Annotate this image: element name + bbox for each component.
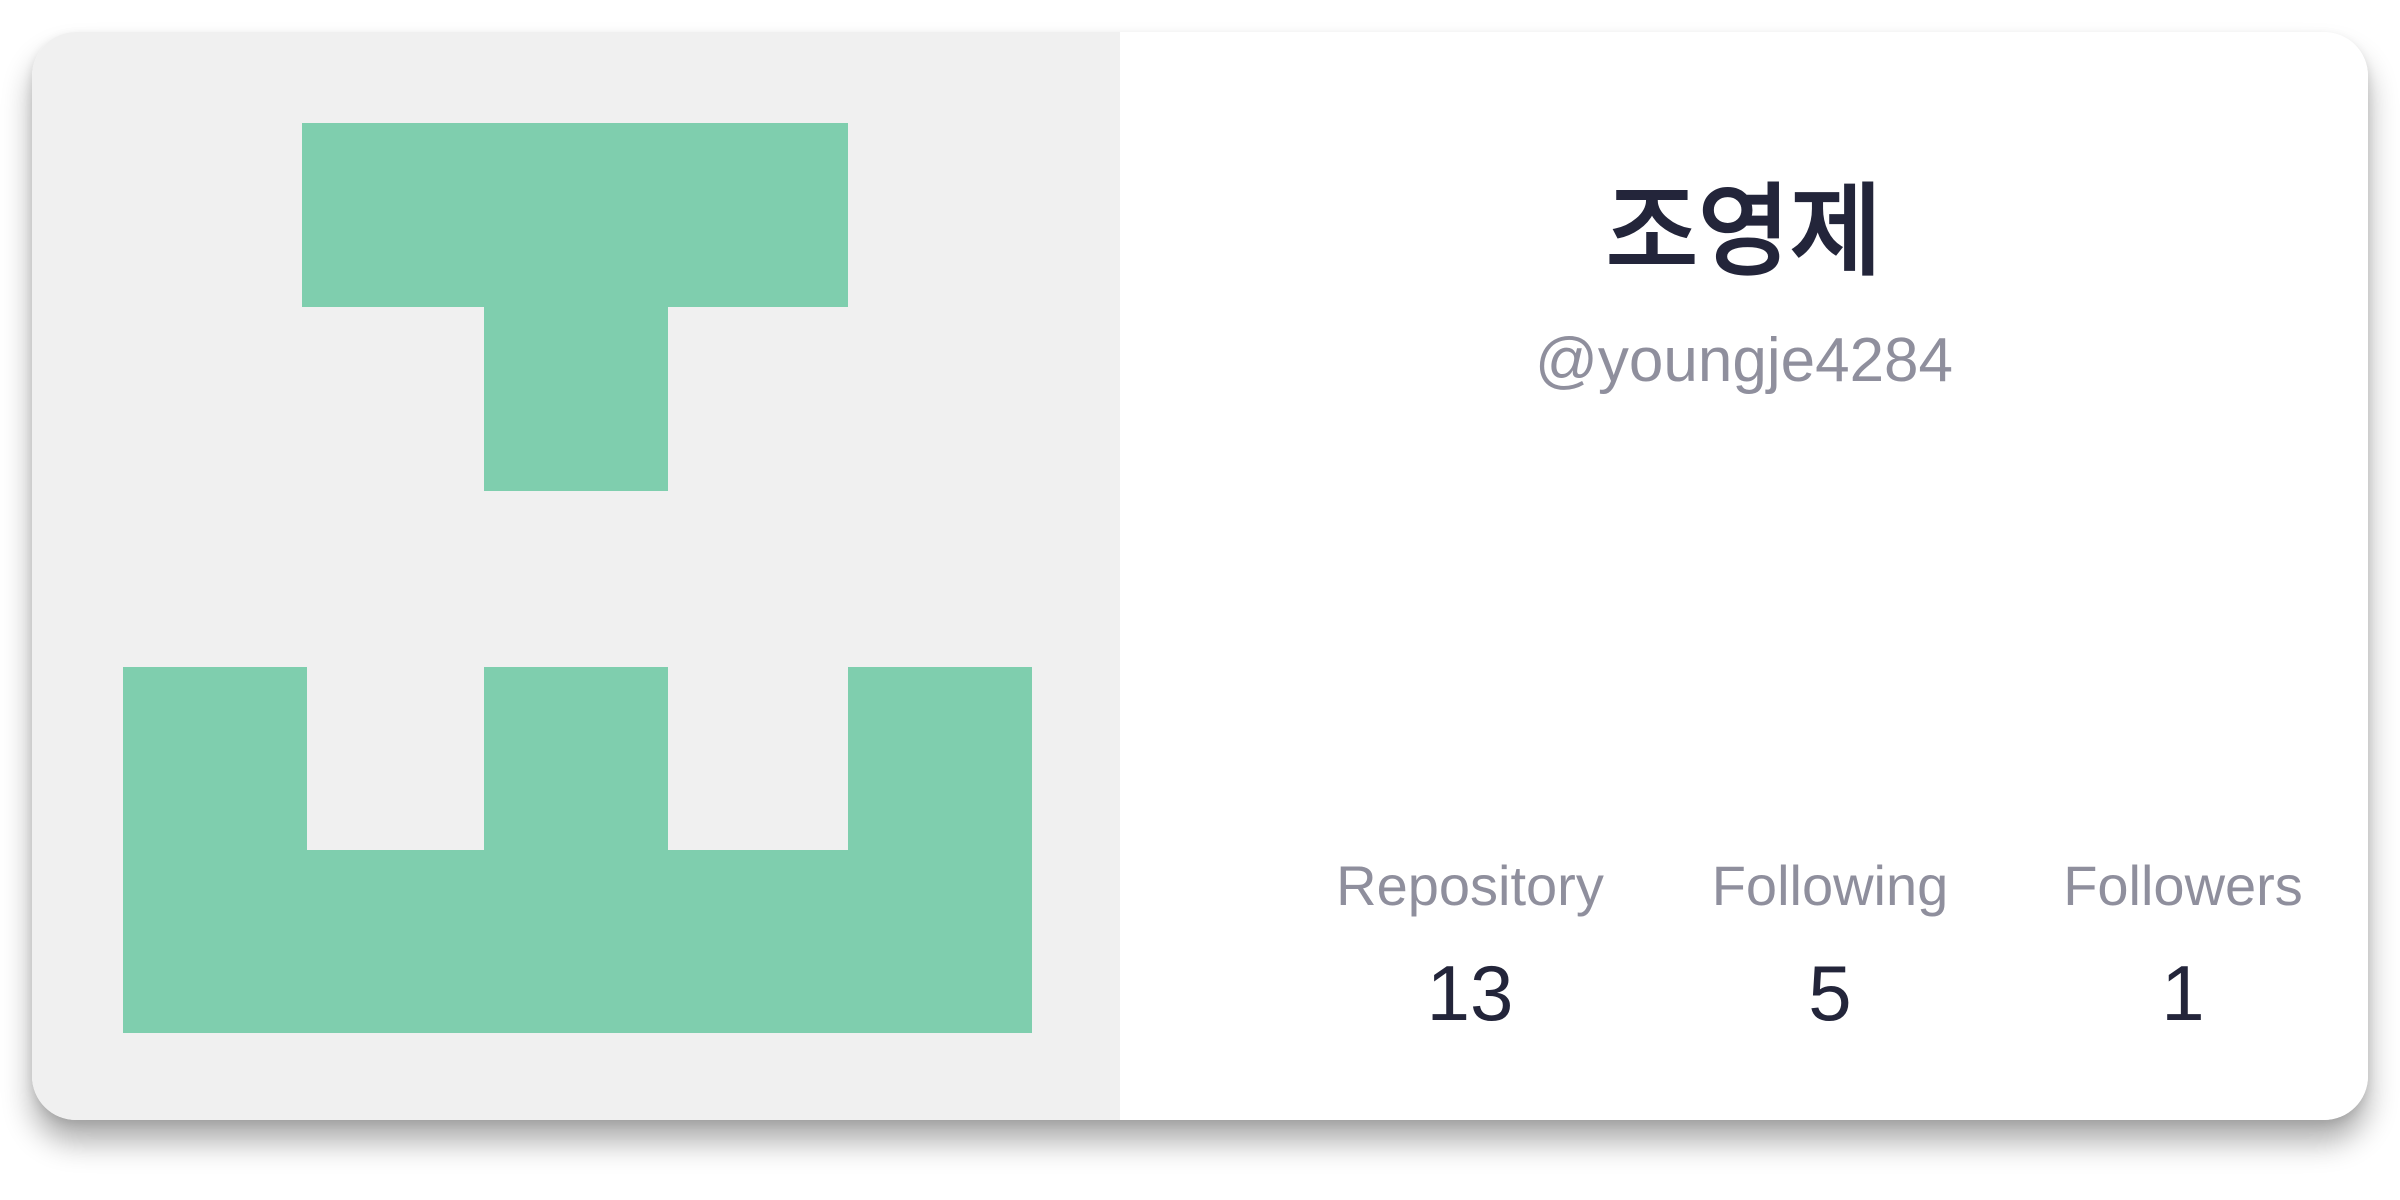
stat-label: Following — [1711, 854, 1949, 917]
identicon-block — [123, 850, 1032, 1033]
profile-card: 조영제 @youngje4284 Repository 13 Following… — [32, 32, 2368, 1120]
info-panel: 조영제 @youngje4284 Repository 13 Following… — [1120, 32, 2368, 1120]
stat-label: Followers — [2063, 854, 2303, 917]
identicon-block — [302, 123, 848, 307]
identicon-block — [484, 307, 668, 491]
stat-repository: Repository 13 — [1290, 854, 1650, 1037]
stat-value: 1 — [2161, 949, 2205, 1037]
profile-handle: @youngje4284 — [1534, 326, 1954, 395]
stat-followers: Followers 1 — [2003, 854, 2363, 1037]
identicon-avatar — [123, 123, 1032, 1033]
stat-following: Following 5 — [1650, 854, 2010, 1037]
stat-label: Repository — [1336, 854, 1604, 917]
avatar-panel — [32, 32, 1120, 1120]
stat-value: 5 — [1808, 949, 1852, 1037]
profile-name: 조영제 — [1606, 173, 1882, 290]
stat-value: 13 — [1426, 949, 1514, 1037]
